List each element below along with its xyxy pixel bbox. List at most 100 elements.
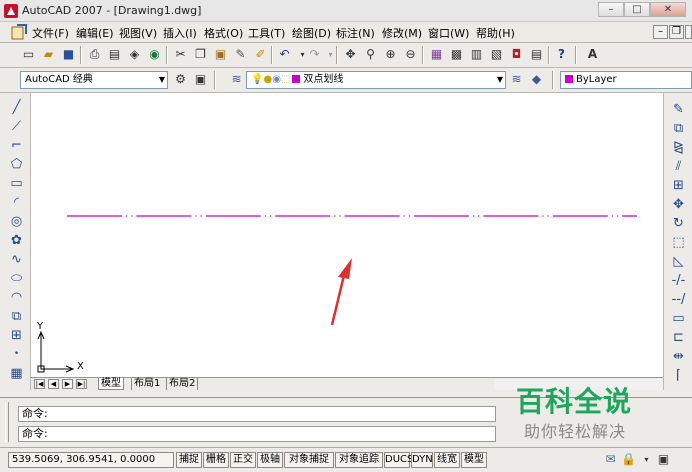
previous-tab-icon[interactable]: ◀	[48, 379, 59, 389]
calculator-icon[interactable]: ▤	[528, 46, 545, 63]
layer-previous-icon[interactable]: ◆	[528, 71, 545, 88]
clean-screen-icon[interactable]: ▣	[655, 451, 672, 468]
doc-restore-button[interactable]: ❐	[669, 25, 684, 39]
autocad-logo-icon[interactable]	[4, 4, 18, 18]
document-icon[interactable]	[11, 24, 27, 40]
arc-icon[interactable]: ◜	[8, 194, 25, 211]
osnap-toggle[interactable]: 对象捕捉	[284, 452, 334, 468]
plot-preview-icon[interactable]: ▤	[106, 46, 123, 63]
rectangle-icon[interactable]: ▭	[8, 175, 25, 192]
erase-icon[interactable]: ✎	[670, 101, 687, 118]
menu-insert[interactable]: 插入(I)	[163, 25, 197, 41]
chevron-down-icon[interactable]: ▾	[638, 451, 655, 468]
menu-file[interactable]: 文件(F)	[32, 25, 69, 41]
help-icon[interactable]: ?	[553, 46, 570, 63]
join-icon[interactable]: ⇹	[670, 348, 687, 365]
menu-dimension[interactable]: 标注(N)	[336, 25, 375, 41]
communication-center-icon[interactable]: ✉	[602, 451, 619, 468]
doc-minimize-button[interactable]: –	[653, 25, 668, 39]
lock-icon[interactable]: 🔒	[620, 451, 637, 468]
lineweight-toggle[interactable]: 线宽	[434, 452, 460, 468]
scale-icon[interactable]: ⬚	[670, 234, 687, 251]
point-icon[interactable]: •	[8, 346, 25, 363]
stretch-icon[interactable]: ◺	[670, 253, 687, 270]
tab-layout2[interactable]: 布局2	[166, 378, 199, 390]
make-block-icon[interactable]: ⊞	[8, 327, 25, 344]
spline-icon[interactable]: ∿	[8, 251, 25, 268]
snap-toggle[interactable]: 捕捉	[176, 452, 202, 468]
line-icon[interactable]: ╱	[8, 99, 25, 116]
match-properties-icon[interactable]: ✎	[232, 46, 249, 63]
copy-icon[interactable]: ❐	[192, 46, 209, 63]
open-icon[interactable]: ▰	[40, 46, 57, 63]
markup-icon[interactable]: ◘	[508, 46, 525, 63]
tab-layout1[interactable]: 布局1	[131, 378, 162, 390]
menu-view[interactable]: 视图(V)	[119, 25, 157, 41]
paste-icon[interactable]: ▣	[212, 46, 229, 63]
ducs-toggle[interactable]: DUCS	[384, 452, 413, 468]
zoom-previous-icon[interactable]: ⊖	[402, 46, 419, 63]
cut-icon[interactable]: ✂	[172, 46, 189, 63]
web-icon[interactable]: ◉	[146, 46, 163, 63]
grip-handle[interactable]	[5, 402, 9, 442]
extend-icon[interactable]: --/	[670, 291, 687, 308]
ellipse-icon[interactable]: ⬭	[8, 270, 25, 287]
ortho-toggle[interactable]: 正交	[230, 452, 256, 468]
color-dropdown[interactable]: ByLayer	[560, 71, 692, 89]
tool-palettes-icon[interactable]: ▥	[468, 46, 485, 63]
insert-block-icon[interactable]: ⧉	[8, 308, 25, 325]
break-icon[interactable]: ⊏	[670, 329, 687, 346]
block-editor-icon[interactable]: ✐	[252, 46, 269, 63]
menu-edit[interactable]: 编辑(E)	[76, 25, 114, 41]
revision-cloud-icon[interactable]: ✿	[8, 232, 25, 249]
redo-icon[interactable]: ↷	[306, 46, 323, 63]
mirror-icon[interactable]: ⧎	[670, 139, 687, 156]
last-tab-icon[interactable]: ▶|	[76, 379, 87, 389]
chamfer-icon[interactable]: ⌈	[670, 367, 687, 384]
offset-icon[interactable]: ⫽	[670, 158, 687, 175]
menu-window[interactable]: 窗口(W)	[428, 25, 469, 41]
save-icon[interactable]: ■	[60, 46, 77, 63]
layer-manager-icon[interactable]: ≋	[228, 71, 245, 88]
new-icon[interactable]: ▭	[20, 46, 37, 63]
break-at-point-icon[interactable]: ▭	[670, 310, 687, 327]
layer-dropdown[interactable]: 💡●◉⬚ 双点划线 ▼	[246, 71, 506, 89]
menu-help[interactable]: 帮助(H)	[476, 25, 515, 41]
otrack-toggle[interactable]: 对象追踪	[335, 452, 383, 468]
doc-close-button[interactable]	[685, 25, 692, 39]
polygon-icon[interactable]: ⬠	[8, 156, 25, 173]
polar-toggle[interactable]: 极轴	[257, 452, 283, 468]
close-button[interactable]: ✕	[650, 2, 686, 17]
ellipse-arc-icon[interactable]: ◠	[8, 289, 25, 306]
drawing-canvas[interactable]: Y X	[31, 93, 663, 377]
move-icon[interactable]: ✥	[670, 196, 687, 213]
array-icon[interactable]: ⊞	[670, 177, 687, 194]
zoom-realtime-icon[interactable]: ⚲	[362, 46, 379, 63]
workspace-dropdown[interactable]: AutoCAD 经典 ▼	[20, 71, 168, 89]
undo-icon[interactable]: ↶	[276, 46, 293, 63]
coordinate-readout[interactable]: 539.5069, 306.9541, 0.0000	[8, 452, 174, 468]
design-center-icon[interactable]: ▩	[448, 46, 465, 63]
next-tab-icon[interactable]: ▶	[62, 379, 73, 389]
dyn-toggle[interactable]: DYN	[411, 452, 433, 468]
menu-tools[interactable]: 工具(T)	[248, 25, 285, 41]
make-object-layer-current-icon[interactable]: ≋	[508, 71, 525, 88]
grid-toggle[interactable]: 栅格	[203, 452, 229, 468]
print-icon[interactable]: ⎙	[86, 46, 103, 63]
copy-object-icon[interactable]: ⧉	[670, 120, 687, 137]
construction-line-icon[interactable]: ⟋	[8, 118, 25, 135]
properties-icon[interactable]: ▦	[428, 46, 445, 63]
model-toggle[interactable]: 模型	[461, 452, 487, 468]
menu-modify[interactable]: 修改(M)	[382, 25, 422, 41]
text-style-icon[interactable]: A	[584, 46, 601, 63]
circle-icon[interactable]: ◎	[8, 213, 25, 230]
polyline-icon[interactable]: ⌐	[8, 137, 25, 154]
tab-model[interactable]: 模型	[98, 378, 124, 390]
first-tab-icon[interactable]: |◀	[34, 379, 45, 389]
menu-format[interactable]: 格式(O)	[204, 25, 243, 41]
rotate-icon[interactable]: ↻	[670, 215, 687, 232]
trim-icon[interactable]: -/-	[670, 272, 687, 289]
publish-icon[interactable]: ◈	[126, 46, 143, 63]
command-input[interactable]: 命令:	[18, 426, 496, 442]
menu-draw[interactable]: 绘图(D)	[292, 25, 331, 41]
